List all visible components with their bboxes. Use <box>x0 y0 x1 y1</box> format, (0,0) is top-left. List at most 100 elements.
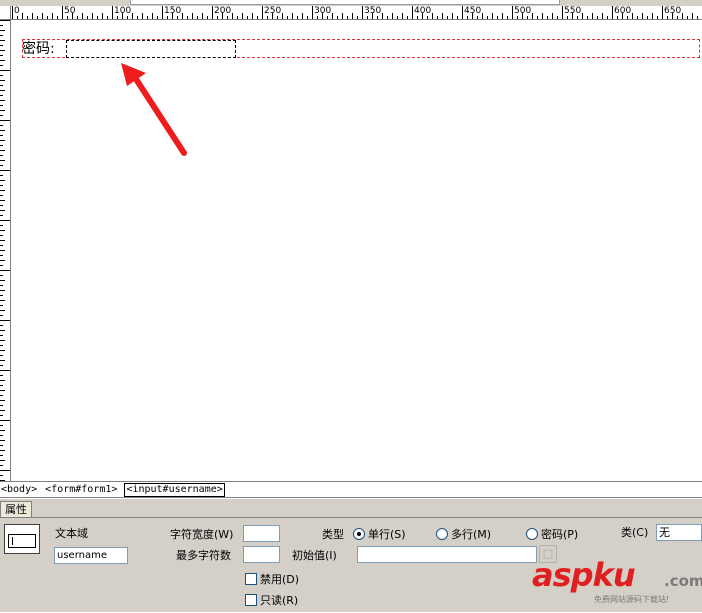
ruler-tick <box>207 16 208 19</box>
ruler-tick <box>157 16 158 19</box>
max-chars-input[interactable] <box>243 546 280 563</box>
properties-tab[interactable]: 属性 <box>0 501 32 517</box>
ruler-label: 500 <box>514 6 532 16</box>
ruler-tick <box>347 16 348 19</box>
ruler-tick <box>102 13 103 19</box>
ruler-tick <box>127 16 128 19</box>
tag-input[interactable]: <input#username> <box>124 483 225 497</box>
ruler-tick <box>512 6 513 19</box>
ruler-tick <box>0 90 5 91</box>
ruler-tick <box>617 16 618 19</box>
ruler-tick <box>0 200 5 201</box>
ruler-tick <box>0 390 5 391</box>
ruler-tick <box>607 16 608 19</box>
horizontal-ruler[interactable]: 0 50 100 150 200 250 300 350 400 450 500 550 600 650 <box>11 6 702 20</box>
ruler-tick <box>0 215 3 216</box>
ruler-tick <box>0 225 3 226</box>
ruler-tick <box>667 16 668 19</box>
ruler-tick <box>367 16 368 19</box>
ruler-tick <box>292 13 293 19</box>
ruler-tick <box>627 16 628 19</box>
tag-body[interactable]: <body> <box>0 482 38 497</box>
ruler-label: 200 <box>214 6 232 16</box>
readonly-label[interactable]: 只读(R) <box>260 594 298 607</box>
ruler-tick <box>397 16 398 19</box>
ruler-tick <box>0 220 10 221</box>
ruler-tick <box>452 13 453 19</box>
ruler-tick <box>87 16 88 19</box>
ruler-tick <box>587 16 588 19</box>
type-multi-label[interactable]: 多行(M) <box>451 528 491 541</box>
type-single-label[interactable]: 单行(S) <box>368 528 406 541</box>
initial-value-input[interactable] <box>357 546 537 563</box>
readonly-checkbox[interactable] <box>245 594 257 606</box>
folder-icon[interactable]: □ <box>539 545 557 563</box>
ruler-tick <box>0 460 5 461</box>
ruler-tick <box>0 145 3 146</box>
ruler-tick <box>0 100 5 101</box>
type-single-radio[interactable] <box>353 528 365 540</box>
ruler-tick <box>447 16 448 19</box>
element-name-input[interactable]: username <box>54 547 128 564</box>
ruler-tick <box>177 16 178 19</box>
ruler-label: 50 <box>64 6 76 16</box>
ruler-tick <box>0 440 5 441</box>
ruler-label: 300 <box>314 6 332 16</box>
ruler-tick <box>0 75 3 76</box>
ruler-label: 100 <box>114 6 132 16</box>
ruler-tick <box>247 16 248 19</box>
ruler-tick <box>152 13 153 19</box>
ruler-tick <box>0 85 3 86</box>
ruler-label: 350 <box>364 6 382 16</box>
vertical-ruler[interactable] <box>0 20 11 481</box>
ruler-tick <box>62 6 63 19</box>
ruler-tick <box>642 13 643 19</box>
disabled-checkbox[interactable] <box>245 573 257 585</box>
password-text-field[interactable] <box>66 40 236 58</box>
ruler-tick <box>297 16 298 19</box>
ruler-tick <box>612 6 613 19</box>
ruler-tick <box>0 25 3 26</box>
ruler-tick <box>0 385 3 386</box>
ruler-tick <box>362 6 363 19</box>
ruler-tick <box>0 310 5 311</box>
ruler-tick <box>357 16 358 19</box>
address-field[interactable] <box>130 0 560 5</box>
ruler-tick <box>0 150 5 151</box>
design-canvas[interactable]: 密码: <box>12 21 702 481</box>
ruler-tick <box>277 16 278 19</box>
ruler-tick <box>37 16 38 19</box>
ruler-tick <box>0 135 3 136</box>
tag-form[interactable]: <form#form1> <box>44 482 118 497</box>
ruler-tick <box>0 40 5 41</box>
ruler-tick <box>552 13 553 19</box>
ruler-label: 0 <box>14 6 20 16</box>
disabled-label[interactable]: 禁用(D) <box>260 573 299 586</box>
ruler-tick <box>112 6 113 19</box>
class-select[interactable]: 无 <box>656 524 702 541</box>
ruler-tick <box>217 16 218 19</box>
ruler-tick <box>0 175 3 176</box>
ruler-tick <box>0 330 5 331</box>
ruler-tick <box>202 13 203 19</box>
ruler-tick <box>0 80 5 81</box>
ruler-tick <box>0 345 3 346</box>
ruler-tick <box>527 16 528 19</box>
ruler-tick <box>0 120 10 121</box>
ruler-origin[interactable] <box>0 6 11 20</box>
type-password-radio[interactable] <box>526 528 538 540</box>
ruler-tick <box>0 35 3 36</box>
ruler-tick <box>0 340 5 341</box>
char-width-input[interactable] <box>243 525 280 542</box>
ruler-tick <box>0 300 5 301</box>
ruler-tick <box>632 13 633 19</box>
ruler-tick <box>387 16 388 19</box>
ruler-tick <box>0 445 3 446</box>
type-multi-radio[interactable] <box>436 528 448 540</box>
type-password-label[interactable]: 密码(P) <box>541 528 578 541</box>
ruler-tick <box>132 13 133 19</box>
ruler-tick <box>52 13 53 19</box>
ruler-tick <box>0 430 5 431</box>
ruler-tick <box>192 13 193 19</box>
ruler-tick <box>0 255 3 256</box>
